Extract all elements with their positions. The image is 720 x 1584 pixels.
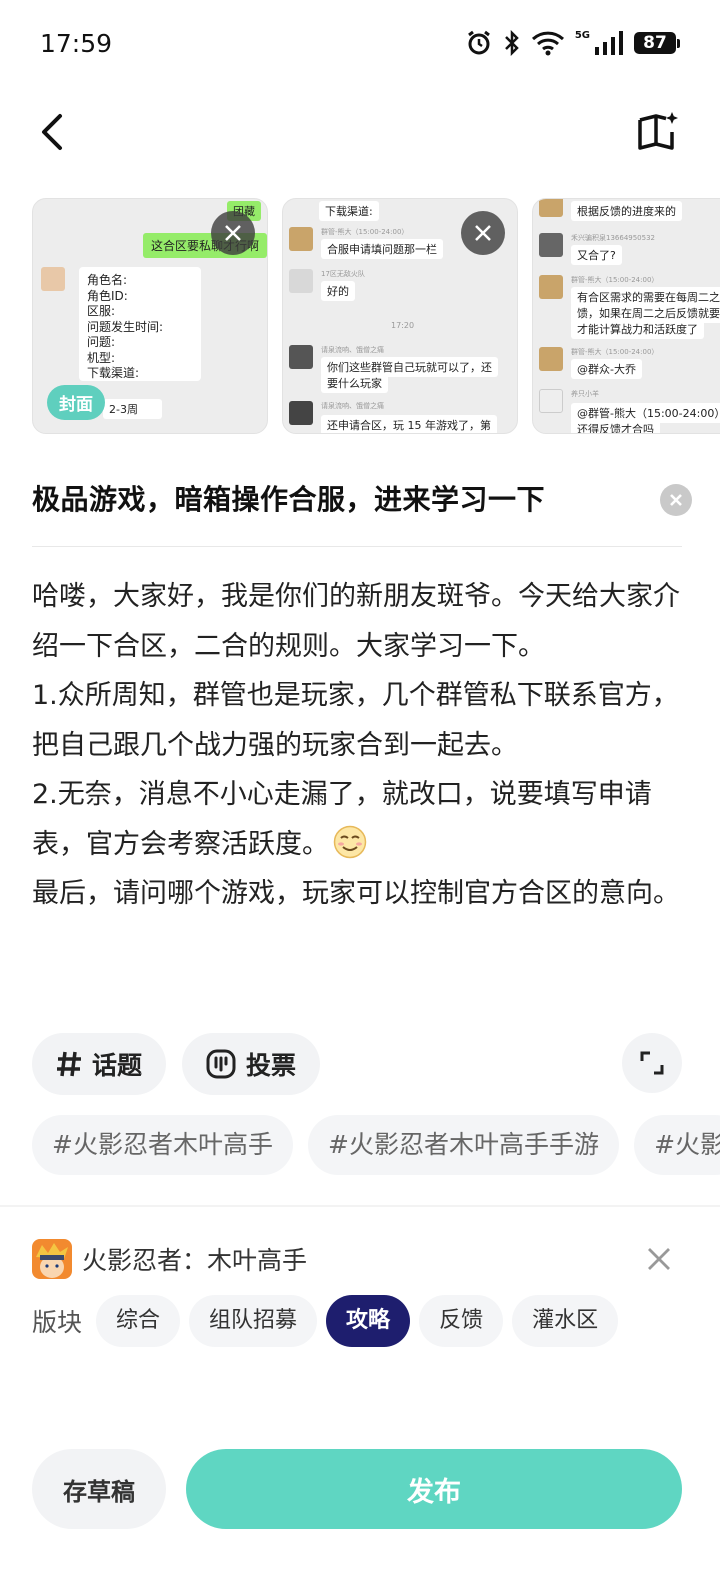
guide-book-button[interactable] [636, 110, 680, 154]
body-paragraph: 最后，请问哪个游戏，玩家可以控制官方合区的意向。 [32, 878, 680, 909]
title-row: 极品游戏，暗箱操作合服，进来学习一下 [32, 470, 692, 530]
publish-button[interactable]: 发布 [186, 1449, 682, 1529]
chat-sender: 请泉流响、饿僧之痛 [321, 346, 384, 354]
chat-bubble: 才能计算战力和活跃度了 [571, 319, 704, 339]
image-strip[interactable]: 团藏 这合区要私聊才行啊 角色名: 角色ID: 区服: 问题发生时间: 问题: … [32, 198, 720, 436]
board-chip[interactable]: 组队招募 [189, 1295, 318, 1347]
chat-avatar [539, 389, 563, 413]
game-name: 火影忍者：木叶高手 [82, 1246, 308, 1275]
board-chip[interactable]: 综合 [96, 1295, 181, 1347]
post-title-input[interactable]: 极品游戏，暗箱操作合服，进来学习一下 [32, 470, 692, 530]
body-paragraph: 哈喽，大家好，我是你们的新朋友斑爷。今天给大家介绍一下合区，二合的规则。大家学习… [32, 581, 680, 662]
vote-button-label: 投票 [246, 1051, 297, 1080]
signal-icon [595, 31, 623, 55]
chat-avatar [289, 345, 313, 369]
vote-button[interactable]: 投票 [182, 1033, 321, 1095]
expand-editor-button[interactable] [622, 1033, 682, 1093]
close-icon [475, 225, 491, 241]
section-divider [0, 1205, 720, 1207]
chat-avatar [289, 269, 313, 293]
status-bar: 17:59 5G 87 [0, 0, 720, 86]
chat-bubble: 又合了? [571, 245, 622, 265]
chat-avatar [539, 347, 563, 371]
alarm-icon [467, 30, 490, 55]
smug-face-emoji-icon [333, 825, 367, 858]
board-chip[interactable]: 反馈 [419, 1295, 504, 1347]
chat-time: 17:20 [391, 321, 415, 330]
hashtag-icon [57, 1051, 81, 1077]
network-type: 5G [574, 29, 590, 41]
board-chip[interactable]: 灌水区 [512, 1295, 619, 1347]
chat-bubble: 角色名: 角色ID: 区服: 问题发生时间: 问题: 机型: 下载渠道: [79, 267, 201, 381]
chat-bubble: 根据反馈的进度来的 [571, 201, 682, 221]
image-thumbnail-1[interactable]: 团藏 这合区要私聊才行啊 角色名: 角色ID: 区服: 问题发生时间: 问题: … [32, 198, 268, 434]
topic-chip[interactable]: #火影忍者木叶高手 [32, 1115, 293, 1175]
remove-image-button[interactable] [211, 211, 255, 255]
book-sparkle-icon [638, 112, 678, 150]
game-icon [32, 1239, 72, 1279]
topic-chip[interactable]: #火影忍者木叶高手手游 [308, 1115, 619, 1175]
chat-sender: 群管-熊大（15:00-24:00） [571, 348, 659, 356]
chat-bubble: @群众-大乔 [571, 359, 642, 379]
chat-sender: 群管-熊大（15:00-24:00） [571, 276, 659, 284]
battery-level: 87 [634, 32, 676, 54]
chat-avatar [289, 227, 313, 251]
compose-tools: 话题 投票 [32, 1033, 682, 1095]
chat-bubble: 下载渠道: [319, 201, 379, 221]
board-chip-selected[interactable]: 攻略 [326, 1295, 411, 1347]
back-arrow-icon [42, 114, 62, 150]
expand-icon [640, 1051, 664, 1075]
board-label: 版块 [32, 1308, 83, 1337]
cover-badge: 封面 [47, 385, 105, 420]
back-button[interactable] [36, 110, 72, 154]
topic-suggestions: #火影忍者木叶高手 #火影忍者木叶高手手游 #火影 [32, 1115, 720, 1177]
topic-chip[interactable]: #火影 [634, 1115, 720, 1175]
title-divider [32, 546, 682, 547]
chat-bubble: 还得反馈才合吗 [571, 419, 660, 433]
chat-sender: 群管-熊大（15:00-24:00） [321, 228, 409, 236]
image-thumbnail-3[interactable]: 根据反馈的进度来的 禾兴骗积泉13664950532 又合了? 群管-熊大（15… [532, 198, 720, 434]
remove-game-button[interactable] [644, 1244, 674, 1274]
board-selector: 版块 综合 组队招募 攻略 反馈 灌水区 [32, 1294, 627, 1348]
chat-sender: 17区无敌火队 [321, 270, 365, 278]
topic-button[interactable]: 话题 [32, 1033, 167, 1095]
chat-avatar [539, 275, 563, 299]
chat-avatar [41, 267, 65, 291]
battery-cap [677, 38, 680, 48]
wifi-icon [531, 31, 564, 56]
vote-icon [206, 1049, 236, 1079]
status-icons: 5G 87 [465, 29, 680, 57]
chat-bubble: 合服申请填问题那一栏 [321, 239, 443, 259]
battery-icon: 87 [634, 32, 680, 54]
chat-sender: 请泉流响、饿僧之痛 [321, 402, 384, 410]
chat-avatar [289, 401, 313, 425]
chat-avatar [539, 233, 563, 257]
close-icon [225, 225, 241, 241]
close-icon [648, 1248, 670, 1270]
chat-bubble: 要什么玩家 [321, 373, 388, 393]
chat-sender: 禾兴骗积泉13664950532 [571, 234, 655, 242]
body-paragraph: 2.无奈，消息不小心走漏了，就改口，说要填写申请表，官方会考察活跃度。 [32, 770, 692, 869]
top-nav [0, 100, 720, 164]
game-selector[interactable]: 火影忍者：木叶高手 [32, 1236, 682, 1282]
save-draft-button[interactable]: 存草稿 [32, 1449, 166, 1529]
topic-button-label: 话题 [92, 1051, 143, 1080]
status-time: 17:59 [40, 28, 113, 58]
chat-sender: 养只小羊 [571, 390, 599, 398]
chat-bubble: 还申请合区，玩 15 年游戏了，第 [321, 415, 497, 433]
body-paragraph: 1.众所周知，群管也是玩家，几个群管私下联系官方，把自己跟几个战力强的玩家合到一… [32, 680, 679, 761]
bluetooth-icon [504, 30, 519, 56]
image-thumbnail-2[interactable]: 下载渠道: 群管-熊大（15:00-24:00） 合服申请填问题那一栏 17区无… [282, 198, 518, 434]
chat-bubble: 好的 [321, 281, 355, 301]
close-icon [670, 494, 682, 506]
chat-avatar [539, 199, 563, 217]
chat-bubble: 2-3周 [103, 399, 162, 419]
remove-image-button[interactable] [461, 211, 505, 255]
clear-title-button[interactable] [660, 484, 692, 516]
post-body-input[interactable]: 哈喽，大家好，我是你们的新朋友斑爷。今天给大家介绍一下合区，二合的规则。大家学习… [32, 572, 692, 919]
